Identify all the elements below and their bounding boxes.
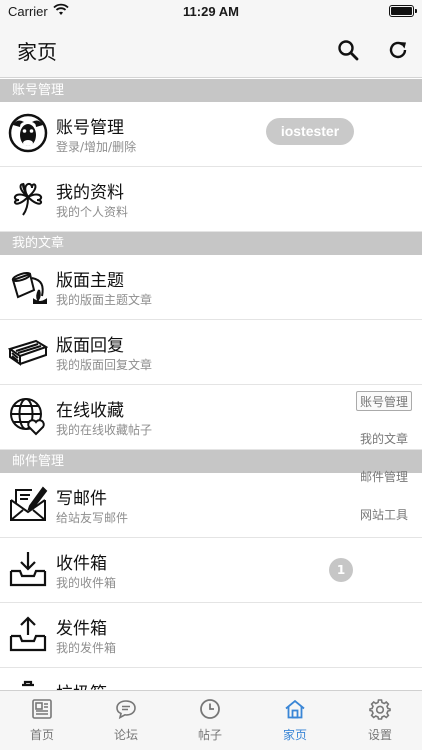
- row-subtitle: 我的在线收藏帖子: [56, 423, 153, 437]
- battery-icon: [389, 5, 417, 17]
- row-subtitle: 我的版面回复文章: [56, 358, 153, 372]
- clock-icon: [199, 698, 221, 720]
- navigation-bar: 家页: [0, 22, 422, 78]
- status-bar: Carrier 11:29 AM: [0, 0, 422, 22]
- index-item-tools[interactable]: 网站工具: [356, 505, 412, 525]
- row-title: 版面主题: [56, 271, 124, 291]
- row-inbox[interactable]: 收件箱 我的收件箱 1: [0, 538, 422, 603]
- row-title: 发件箱: [56, 619, 107, 639]
- row-subtitle: 给站友写邮件: [56, 511, 129, 525]
- tab-settings[interactable]: 设置: [338, 691, 422, 750]
- refresh-icon[interactable]: [384, 36, 412, 64]
- tab-forum[interactable]: 论坛: [84, 691, 168, 750]
- clover-icon: [8, 178, 48, 218]
- newspaper-icon: [31, 698, 53, 720]
- index-item-mail[interactable]: 邮件管理: [356, 467, 412, 487]
- gnu-avatar-icon: [8, 113, 48, 153]
- row-title: 垃圾箱: [56, 679, 107, 690]
- row-title: 写邮件: [56, 489, 107, 509]
- chat-bubble-icon: [115, 698, 137, 720]
- tab-posts[interactable]: 帖子: [168, 691, 252, 750]
- unread-count-badge: 1: [329, 558, 353, 582]
- tab-bar: 首页 论坛 帖子 家页 设置: [0, 690, 422, 750]
- trash-box-icon: [8, 679, 48, 690]
- clock-time: 11:29 AM: [183, 4, 239, 19]
- page-title: 家页: [17, 40, 57, 64]
- tab-label: 设置: [367, 728, 392, 742]
- row-account-management[interactable]: 账号管理 登录/增加/删除 iostester: [0, 102, 422, 167]
- globe-heart-icon: [8, 396, 48, 436]
- row-title: 版面回复: [56, 336, 124, 356]
- row-subtitle: 我的收件箱: [56, 576, 117, 590]
- board-reply-icon: [7, 331, 49, 371]
- tab-label: 帖子: [197, 728, 222, 742]
- row-subtitle: 我的版面主题文章: [56, 293, 153, 307]
- write-mail-icon: [8, 484, 48, 524]
- section-header-account: 账号管理: [0, 79, 422, 102]
- index-item-articles[interactable]: 我的文章: [356, 429, 412, 449]
- row-outbox[interactable]: 发件箱 我的发件箱: [0, 603, 422, 668]
- row-title: 我的资料: [56, 183, 124, 203]
- row-board-replies[interactable]: 版面回复 我的版面回复文章: [0, 320, 422, 385]
- tab-label: 首页: [29, 728, 54, 742]
- search-icon[interactable]: [334, 36, 362, 64]
- tab-home[interactable]: 首页: [0, 691, 84, 750]
- tab-label: 论坛: [113, 728, 138, 742]
- section-header-articles: 我的文章: [0, 232, 422, 255]
- inbox-icon: [8, 549, 48, 589]
- home-icon: [284, 698, 306, 720]
- row-trash[interactable]: 垃圾箱: [0, 668, 422, 690]
- row-title: 收件箱: [56, 554, 107, 574]
- row-board-topics[interactable]: 版面主题 我的版面主题文章: [0, 255, 422, 320]
- row-subtitle: 我的个人资料: [56, 205, 129, 219]
- paint-bucket-icon: [8, 266, 48, 306]
- row-subtitle: 我的发件箱: [56, 641, 117, 655]
- home-list: 账号管理 账号管理 登录/增加/删除 iostester 我的资料 我的个人资料…: [0, 79, 422, 690]
- outbox-icon: [8, 614, 48, 654]
- gear-icon: [369, 698, 391, 720]
- tab-homepage[interactable]: 家页: [253, 691, 337, 750]
- row-title: 在线收藏: [56, 401, 124, 421]
- index-item-account[interactable]: 账号管理: [356, 391, 412, 411]
- row-my-profile[interactable]: 我的资料 我的个人资料: [0, 167, 422, 232]
- row-subtitle: 登录/增加/删除: [56, 140, 137, 154]
- row-title: 账号管理: [56, 118, 124, 138]
- tab-label: 家页: [282, 728, 307, 742]
- current-user-badge: iostester: [266, 118, 354, 145]
